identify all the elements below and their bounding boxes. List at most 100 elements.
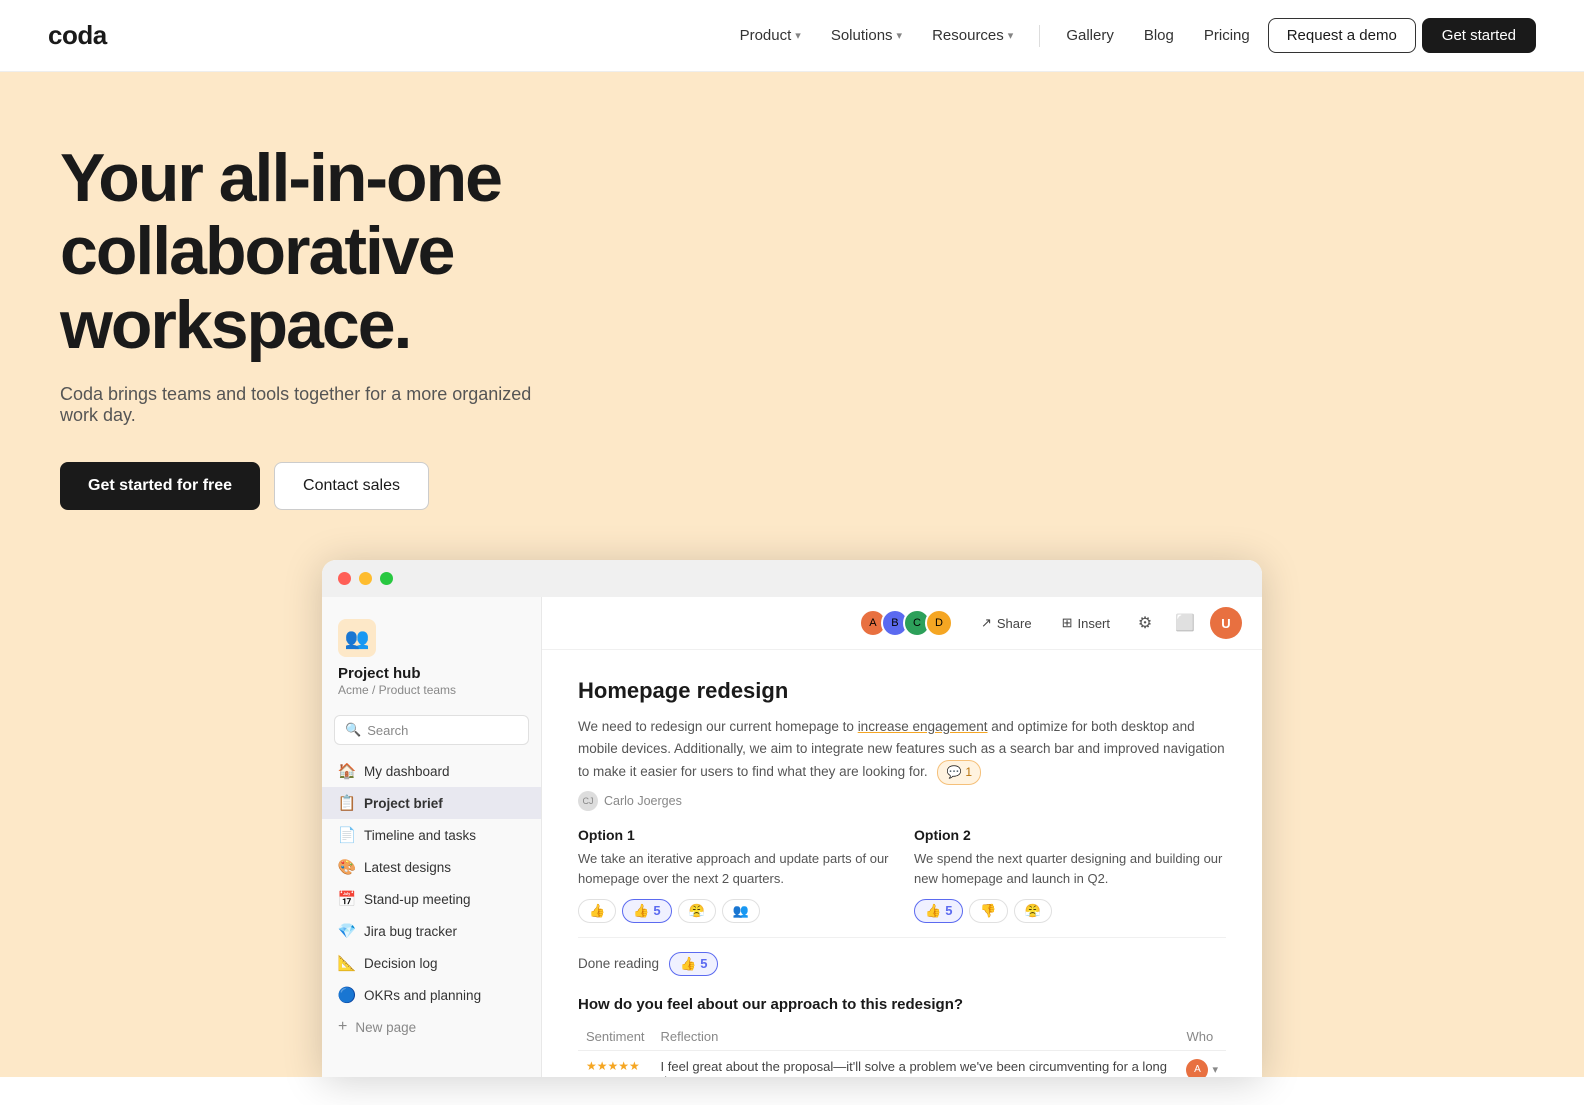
designs-icon: 🎨 <box>338 858 356 876</box>
reaction-angry-2[interactable]: 😤 <box>1014 899 1052 923</box>
survey-col-who: Who <box>1178 1025 1226 1051</box>
sidebar-item-label: Stand-up meeting <box>364 892 471 907</box>
sidebar-item-dashboard[interactable]: 🏠 My dashboard <box>322 755 541 787</box>
doc-body: Homepage redesign We need to redesign ou… <box>542 650 1262 1077</box>
hero-buttons: Get started for free Contact sales <box>60 462 429 510</box>
workspace-sub: Acme / Product teams <box>338 683 525 697</box>
main-content: A B C D ↗ Share ⊞ Insert ⚙ ⬜ U <box>542 597 1262 1077</box>
sidebar-search-bar[interactable]: 🔍 Search <box>334 715 529 745</box>
search-icon: 🔍 <box>345 722 361 738</box>
options-row: Option 1 We take an iterative approach a… <box>578 827 1226 923</box>
nav-gallery[interactable]: Gallery <box>1054 19 1126 52</box>
survey-row-1: ★★★★★ I feel great about the proposal—it… <box>578 1050 1226 1077</box>
doc-intro: We need to redesign our current homepage… <box>578 716 1226 784</box>
survey-who-1: A ▾ <box>1178 1050 1226 1077</box>
more-options-button[interactable]: ⬜ <box>1170 608 1200 638</box>
collaborator-avatars: A B C D <box>859 609 953 637</box>
sidebar-item-label: Decision log <box>364 956 438 971</box>
option-2-card: Option 2 We spend the next quarter desig… <box>914 827 1226 923</box>
sidebar-item-label: Timeline and tasks <box>364 828 476 843</box>
reaction-group-1[interactable]: 👥 <box>722 899 760 923</box>
option-2-title: Option 2 <box>914 827 1226 843</box>
chevron-down-icon: ▾ <box>1008 29 1014 42</box>
plus-icon: + <box>338 1018 347 1036</box>
respondent-avatar-1: A <box>1186 1059 1208 1077</box>
sidebar-item-jira[interactable]: 💎 Jira bug tracker <box>322 915 541 947</box>
sidebar-item-standup[interactable]: 📅 Stand-up meeting <box>322 883 541 915</box>
nav-product[interactable]: Product ▾ <box>728 19 813 52</box>
commenter-name: Carlo Joerges <box>604 794 682 808</box>
maximize-dot[interactable] <box>380 572 393 585</box>
jira-icon: 💎 <box>338 922 356 940</box>
new-page-label: New page <box>355 1020 416 1035</box>
get-started-button[interactable]: Get started <box>1422 18 1536 53</box>
insert-button[interactable]: ⊞ Insert <box>1052 610 1120 636</box>
close-dot[interactable] <box>338 572 351 585</box>
survey-title: How do you feel about our approach to th… <box>578 996 1226 1013</box>
commenter-avatar: CJ <box>578 791 598 811</box>
reaction-angry-1[interactable]: 😤 <box>678 899 716 923</box>
nav-divider <box>1039 25 1040 47</box>
sidebar-item-timeline[interactable]: 📄 Timeline and tasks <box>322 819 541 851</box>
sidebar-item-brief[interactable]: 📋 Project brief <box>322 787 541 819</box>
survey-stars-1: ★★★★★ <box>578 1050 653 1077</box>
window-body: 👥 Project hub Acme / Product teams 🔍 Sea… <box>322 597 1262 1077</box>
done-reading-button[interactable]: 👍 5 <box>669 952 718 976</box>
done-reading-row: Done reading 👍 5 <box>578 952 1226 976</box>
window-titlebar <box>322 560 1262 597</box>
get-started-free-button[interactable]: Get started for free <box>60 462 260 510</box>
decision-icon: 📐 <box>338 954 356 972</box>
comment-bubble[interactable]: 💬 1 <box>937 760 981 785</box>
sidebar-item-decisions[interactable]: 📐 Decision log <box>322 947 541 979</box>
share-button[interactable]: ↗ Share <box>971 610 1042 636</box>
logo[interactable]: coda <box>48 20 107 51</box>
reaction-active-1[interactable]: 👍 5 <box>622 899 671 923</box>
divider-1 <box>578 937 1226 938</box>
sidebar: 👥 Project hub Acme / Product teams 🔍 Sea… <box>322 597 542 1077</box>
timeline-icon: 📄 <box>338 826 356 844</box>
survey-table: Sentiment Reflection Who ★★★★★ I feel gr… <box>578 1025 1226 1077</box>
sidebar-item-label: Latest designs <box>364 860 451 875</box>
user-avatar: U <box>1210 607 1242 639</box>
add-new-page[interactable]: + New page <box>322 1011 541 1043</box>
reaction-active-2[interactable]: 👍 5 <box>914 899 963 923</box>
reaction-thumbsdown-2[interactable]: 👎 <box>969 899 1007 923</box>
insert-icon: ⊞ <box>1062 615 1073 631</box>
settings-button[interactable]: ⚙ <box>1130 608 1160 638</box>
nav-links: Product ▾ Solutions ▾ Resources ▾ Galler… <box>728 18 1536 53</box>
dropdown-icon[interactable]: ▾ <box>1212 1063 1218 1076</box>
sidebar-item-designs[interactable]: 🎨 Latest designs <box>322 851 541 883</box>
survey-col-sentiment: Sentiment <box>578 1025 653 1051</box>
brief-icon: 📋 <box>338 794 356 812</box>
chevron-down-icon: ▾ <box>795 29 801 42</box>
sidebar-item-okrs[interactable]: 🔵 OKRs and planning <box>322 979 541 1011</box>
option-2-text: We spend the next quarter designing and … <box>914 849 1226 889</box>
workspace-icon: 👥 <box>338 619 376 657</box>
hero-title: Your all-in-one collaborative workspace. <box>60 142 680 362</box>
sidebar-workspace: 👥 Project hub Acme / Product teams <box>322 613 541 711</box>
nav-resources[interactable]: Resources ▾ <box>920 19 1025 52</box>
minimize-dot[interactable] <box>359 572 372 585</box>
option-1-title: Option 1 <box>578 827 890 843</box>
hero-subtitle: Coda brings teams and tools together for… <box>60 384 560 426</box>
option-1-card: Option 1 We take an iterative approach a… <box>578 827 890 923</box>
chevron-down-icon: ▾ <box>897 29 903 42</box>
nav-solutions[interactable]: Solutions ▾ <box>819 19 914 52</box>
search-placeholder: Search <box>367 723 408 738</box>
option-2-reactions: 👍 5 👎 😤 <box>914 899 1226 923</box>
avatar-4: D <box>925 609 953 637</box>
okrs-icon: 🔵 <box>338 986 356 1004</box>
nav-blog[interactable]: Blog <box>1132 19 1186 52</box>
sidebar-item-label: Jira bug tracker <box>364 924 457 939</box>
option-1-reactions: 👍 👍 5 😤 👥 <box>578 899 890 923</box>
hero-section: Your all-in-one collaborative workspace.… <box>0 72 1584 1077</box>
sidebar-item-label: Project brief <box>364 796 443 811</box>
reaction-thumbsup-1[interactable]: 👍 <box>578 899 616 923</box>
option-1-text: We take an iterative approach and update… <box>578 849 890 889</box>
contact-sales-button[interactable]: Contact sales <box>274 462 429 510</box>
request-demo-button[interactable]: Request a demo <box>1268 18 1416 53</box>
done-reading-label: Done reading <box>578 956 659 971</box>
survey-col-reflection: Reflection <box>653 1025 1179 1051</box>
nav-pricing[interactable]: Pricing <box>1192 19 1262 52</box>
workspace-name: Project hub <box>338 665 525 682</box>
